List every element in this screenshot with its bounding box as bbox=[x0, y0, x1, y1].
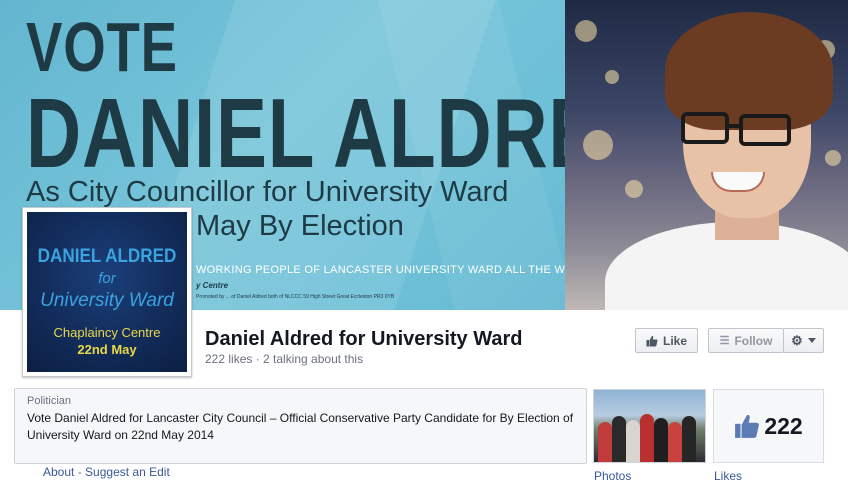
cover-imprint: Promoted by ... of Daniel Aldred both of… bbox=[196, 294, 395, 300]
photo-person bbox=[654, 418, 668, 462]
profile-venue: Chaplaincy Centre bbox=[53, 325, 161, 340]
photo-person bbox=[668, 422, 682, 462]
profile-picture-image: DANIEL ALDRED for University Ward Chapla… bbox=[27, 212, 187, 372]
thumbs-up-icon bbox=[646, 335, 658, 346]
likes-count: 222 bbox=[764, 412, 803, 439]
photo-person bbox=[682, 416, 696, 462]
thumbs-up-icon bbox=[735, 414, 760, 438]
rss-icon: ☰ bbox=[719, 335, 730, 347]
about-links: About - Suggest an Edit bbox=[43, 465, 170, 479]
photo-person bbox=[598, 422, 612, 462]
follow-button-label: Follow bbox=[734, 333, 773, 348]
profile-ward: University Ward bbox=[40, 290, 174, 311]
photos-link[interactable]: Photos bbox=[594, 469, 631, 483]
likes-link[interactable]: Likes bbox=[714, 469, 742, 483]
page-description: Vote Daniel Aldred for Lancaster City Co… bbox=[27, 411, 574, 442]
bokeh-light bbox=[583, 130, 613, 160]
candidate-photo bbox=[565, 0, 848, 310]
page-stats: 222 likes · 2 talking about this bbox=[205, 352, 364, 366]
glasses-bridge bbox=[727, 124, 741, 128]
settings-dropdown-button[interactable]: ⚙ bbox=[783, 328, 824, 353]
cover-candidate-name: DANIEL ALDRED bbox=[26, 78, 657, 188]
gear-icon: ⚙ bbox=[791, 332, 803, 348]
profile-date: 22nd May bbox=[77, 342, 137, 357]
photo-person bbox=[612, 416, 626, 462]
about-box: Politician Vote Daniel Aldred for Lancas… bbox=[14, 388, 587, 464]
cover-subtitle: May By Election bbox=[196, 210, 404, 242]
photo-person bbox=[626, 420, 640, 462]
cover-venue: y Centre bbox=[196, 281, 229, 290]
facebook-page: VOTE DANIEL ALDRED As City Councillor fo… bbox=[0, 0, 848, 493]
link-separator: - bbox=[77, 465, 82, 479]
caret-down-icon bbox=[807, 338, 816, 343]
follow-button[interactable]: ☰ Follow bbox=[708, 328, 784, 353]
like-button-label: Like bbox=[662, 333, 687, 348]
photo-person bbox=[640, 414, 654, 462]
bokeh-light bbox=[575, 20, 597, 42]
suggest-edit-link[interactable]: Suggest an Edit bbox=[85, 465, 170, 479]
profile-for: for bbox=[98, 270, 116, 287]
page-title[interactable]: Daniel Aldred for University Ward bbox=[205, 328, 522, 351]
cover-slogan: WORKING PEOPLE OF LANCASTER UNIVERSITY W… bbox=[196, 264, 583, 276]
bokeh-light bbox=[605, 70, 619, 84]
about-link[interactable]: About bbox=[43, 465, 74, 479]
glasses-icon bbox=[739, 114, 791, 146]
photos-tile[interactable] bbox=[593, 389, 706, 463]
page-category: Politician bbox=[27, 395, 72, 407]
cover-subtitle: As City Councillor for University Ward bbox=[26, 176, 509, 208]
glasses-icon bbox=[681, 112, 729, 144]
like-button[interactable]: Like bbox=[635, 328, 698, 353]
bokeh-light bbox=[625, 180, 643, 198]
cover-vote-heading: VOTE bbox=[26, 8, 178, 86]
profile-picture[interactable]: DANIEL ALDRED for University Ward Chapla… bbox=[22, 207, 192, 377]
likes-tile[interactable]: 222 bbox=[713, 389, 824, 463]
profile-name: DANIEL ALDRED bbox=[37, 246, 177, 267]
bokeh-light bbox=[825, 150, 841, 166]
